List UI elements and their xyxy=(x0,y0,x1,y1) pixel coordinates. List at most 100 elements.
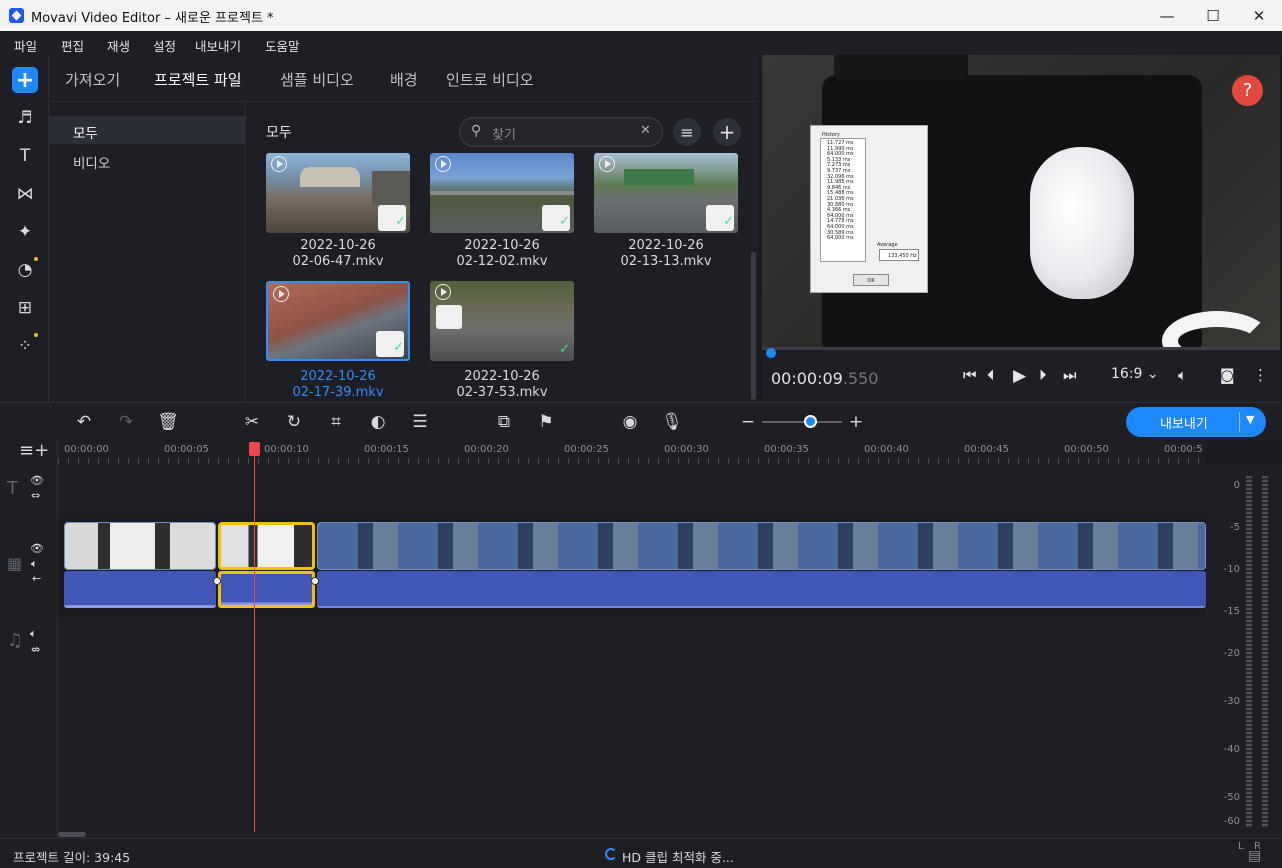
redo-icon[interactable]: ↷ xyxy=(115,412,137,432)
audio-icon[interactable]: 🔈︎ xyxy=(31,557,38,571)
media-scrollbar[interactable] xyxy=(751,252,756,400)
new-badge xyxy=(34,257,38,261)
menu-playback[interactable]: 재생 xyxy=(107,36,130,55)
preview-progress-handle[interactable] xyxy=(766,348,776,358)
crop-icon[interactable]: ⌗ xyxy=(325,412,347,432)
rotate-icon[interactable]: ↻ xyxy=(283,412,305,432)
ruler-tick: 00:00:05 xyxy=(164,444,209,455)
transition-icon[interactable]: ⋈ xyxy=(12,181,38,207)
marker-icon[interactable]: ⚑ xyxy=(535,412,557,432)
media-thumbnail[interactable]: ✓ xyxy=(430,281,574,361)
detach-audio-icon[interactable]: ← xyxy=(32,572,41,585)
filters-icon[interactable]: ◔ xyxy=(12,257,38,283)
timeline-ruler[interactable]: 00:00:00 00:00:05 00:00:10 00:00:15 00:0… xyxy=(58,440,1206,464)
tab-intro-videos[interactable]: 인트로 비디오 xyxy=(446,69,534,90)
volume-icon[interactable]: 🔈︎ xyxy=(1178,366,1187,384)
snapshot-icon[interactable]: ◙ xyxy=(1220,366,1235,384)
audio-clip[interactable] xyxy=(317,571,1206,608)
maximize-button[interactable]: ☐ xyxy=(1190,0,1236,31)
zoom-slider-handle[interactable] xyxy=(804,415,817,428)
add-track-icon[interactable]: ≡+ xyxy=(19,440,49,461)
menu-export[interactable]: 내보내기 xyxy=(195,36,241,55)
zoom-slider[interactable] xyxy=(762,421,842,423)
tab-backgrounds[interactable]: 배경 xyxy=(390,69,418,90)
video-clip-selected[interactable] xyxy=(218,522,315,570)
undo-icon[interactable]: ↶ xyxy=(73,412,95,432)
visibility-icon[interactable]: 👁︎ xyxy=(30,474,44,487)
add-media-icon[interactable]: + xyxy=(12,67,38,93)
play-icon xyxy=(599,156,615,172)
link-icon[interactable]: ⇎ xyxy=(31,643,40,656)
skip-start-icon[interactable]: ⏮ xyxy=(963,366,977,384)
music-track[interactable] xyxy=(58,617,1206,838)
ruler-tick: 00:00:20 xyxy=(464,444,509,455)
tab-project-files[interactable]: 프로젝트 파일 xyxy=(154,69,242,90)
microphone-icon[interactable]: 🎙︎ xyxy=(661,412,683,432)
media-thumbnail-selected[interactable]: ✓ xyxy=(266,281,410,361)
menu-help[interactable]: 도움말 xyxy=(265,36,300,55)
audio-clip-selected[interactable] xyxy=(218,571,315,608)
ruler-tick: 00:00:25 xyxy=(564,444,609,455)
play-button-icon[interactable]: ▶ xyxy=(1013,366,1026,386)
title-track[interactable] xyxy=(58,464,1206,514)
media-thumbnail[interactable]: ✓ xyxy=(594,153,738,233)
zoom-in-icon[interactable]: + xyxy=(845,412,867,432)
color-adjust-icon[interactable]: ◐ xyxy=(367,412,389,432)
menu-settings[interactable]: 설정 xyxy=(153,36,176,55)
timeline-area[interactable] xyxy=(58,464,1206,838)
playhead-line[interactable] xyxy=(254,442,255,832)
volume-keyframe[interactable] xyxy=(311,577,319,585)
media-header: 모두 xyxy=(266,125,292,141)
delete-icon[interactable]: 🗑︎ xyxy=(157,412,179,432)
meter-l-label: L xyxy=(1238,841,1244,852)
playhead-handle[interactable] xyxy=(249,442,260,456)
menu-edit[interactable]: 편집 xyxy=(61,36,84,55)
timeline-scrollbar[interactable] xyxy=(58,832,86,837)
video-clip[interactable] xyxy=(64,522,216,570)
preview-progress-track[interactable] xyxy=(762,347,1280,350)
zoom-out-icon[interactable]: − xyxy=(737,412,759,432)
help-button[interactable]: ? xyxy=(1232,75,1263,106)
export-button[interactable]: 내보내기 ▼ xyxy=(1126,407,1266,437)
minimize-button[interactable]: — xyxy=(1144,0,1190,31)
sort-button[interactable]: ≡ xyxy=(673,118,701,146)
video-clip[interactable] xyxy=(317,522,1206,570)
stickers-icon[interactable]: ⊞ xyxy=(12,295,38,321)
title-icon[interactable]: T xyxy=(12,143,38,169)
link-icon[interactable]: ⇔ xyxy=(31,489,40,502)
preview-player[interactable]: History 11.727 ms 11.990 ms 64.000 ms 5.… xyxy=(762,55,1280,347)
clip-properties-icon[interactable]: ☰ xyxy=(409,412,431,432)
more-tools-icon[interactable]: ⁘ xyxy=(12,333,38,359)
next-frame-icon[interactable]: ⏵ xyxy=(1039,366,1047,384)
overlay-icon[interactable]: ⧉ xyxy=(493,412,515,432)
aspect-ratio-select[interactable]: 16:9 ⌄ xyxy=(1111,366,1159,382)
prev-frame-icon[interactable]: ⏴ xyxy=(987,366,995,384)
media-thumbnail[interactable]: ✓ xyxy=(430,153,574,233)
visibility-icon[interactable]: 👁︎ xyxy=(30,542,44,555)
clear-search-icon[interactable]: ✕ xyxy=(640,123,651,138)
search-input[interactable]: ⚲ 찾기 ✕ xyxy=(459,117,663,147)
audio-icon[interactable]: 🔈︎ xyxy=(30,627,37,641)
webcam-icon[interactable]: ◉ xyxy=(619,412,641,432)
menu-file[interactable]: 파일 xyxy=(14,36,37,55)
meter-settings-icon[interactable]: ▤ xyxy=(1248,848,1261,864)
volume-keyframe[interactable] xyxy=(213,577,221,585)
close-button[interactable]: ✕ xyxy=(1236,0,1282,31)
add-file-button[interactable]: + xyxy=(713,118,741,146)
media-thumbnail[interactable]: ✓ xyxy=(266,153,410,233)
cut-icon[interactable]: ✂ xyxy=(241,412,263,432)
effects-icon[interactable]: ✦ xyxy=(12,219,38,245)
tab-import[interactable]: 가져오기 xyxy=(65,69,120,90)
skip-end-icon[interactable]: ⏭ xyxy=(1063,366,1077,384)
category-video[interactable]: 비디오 xyxy=(49,146,245,174)
ruler-tick: 00:00:00 xyxy=(64,444,109,455)
thumbnail-image xyxy=(430,191,574,195)
chevron-down-icon[interactable]: ▼ xyxy=(1246,413,1254,426)
meter-label: 0 xyxy=(1233,480,1240,491)
more-options-icon[interactable]: ⋮ xyxy=(1253,366,1268,384)
category-all[interactable]: 모두 xyxy=(49,116,245,144)
music-icon[interactable]: ♬ xyxy=(12,105,38,131)
audio-clip[interactable] xyxy=(64,571,216,608)
ruler-tick: 00:00:50 xyxy=(1064,444,1109,455)
tab-sample-videos[interactable]: 샘플 비디오 xyxy=(280,69,354,90)
